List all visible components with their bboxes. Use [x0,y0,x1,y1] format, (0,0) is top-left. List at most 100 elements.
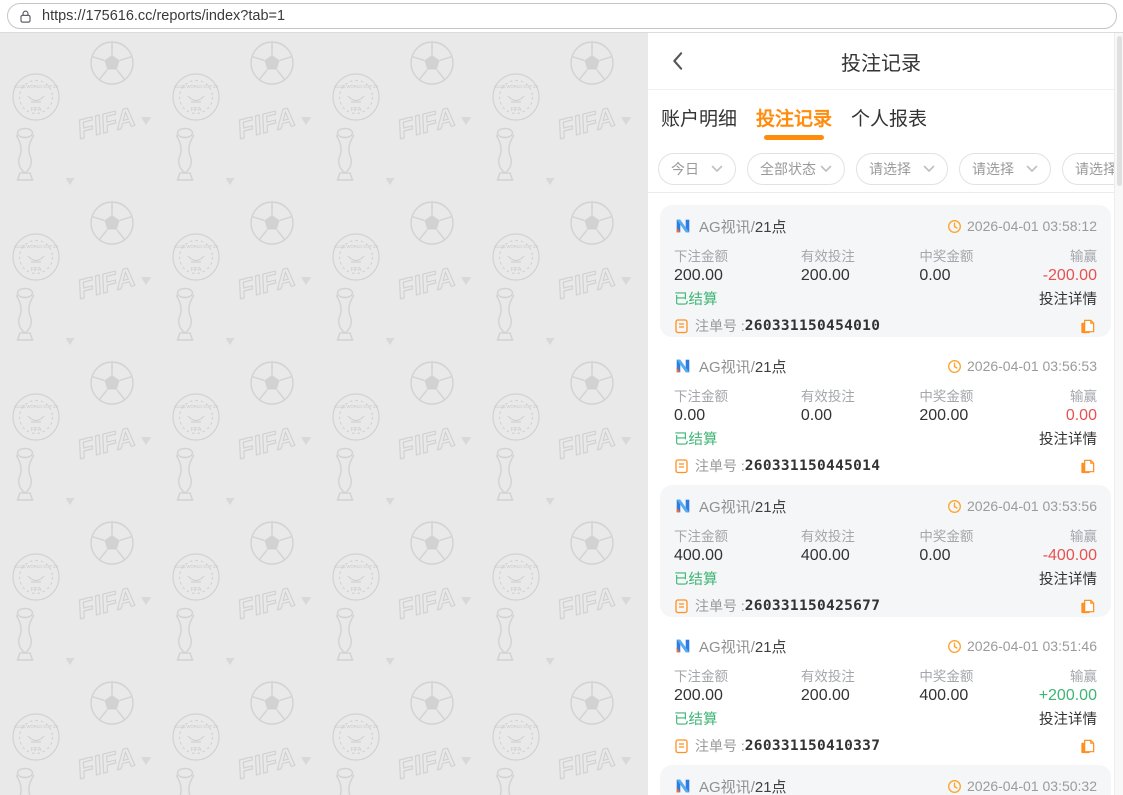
tab-account-detail[interactable]: 账户明细 [661,90,737,145]
label-bet-amount: 下注金额 [674,665,801,685]
bet-detail-link[interactable]: 投注详情 [1039,708,1097,729]
url-text: https://175616.cc/reports/index?tab=1 [42,8,285,24]
label-win-loss: 输赢 [1021,525,1097,545]
bet-record-card: AG视讯/21点 2026-04-01 03:53:56 下注金额 有效投注 中… [660,485,1111,617]
bet-detail-link[interactable]: 投注详情 [1039,568,1097,589]
chevron-down-icon [820,165,832,173]
filter-dropdown[interactable]: 今日 [658,153,736,185]
amount-values-row: 400.00 400.00 0.00 -400.00 [674,545,1097,567]
bet-record-card: AG视讯/21点 2026-04-01 03:56:53 下注金额 有效投注 中… [660,345,1111,477]
amount-values-row: 0.00 0.00 200.00 0.00 [674,405,1097,427]
order-label: 注单号 : [695,596,745,616]
filter-label: 全部状态 [760,159,816,179]
label-bet-amount: 下注金额 [674,525,801,545]
order-row: 注单号 : 260331150454010 [674,315,1097,337]
label-valid-bet: 有效投注 [801,245,919,265]
bet-record-list: AG视讯/21点 2026-04-01 03:58:12 下注金额 有效投注 中… [648,193,1114,795]
card-header-row: AG视讯/21点 2026-04-01 03:58:12 [674,215,1097,237]
bet-time: 2026-04-01 03:53:56 [967,498,1097,514]
filter-label: 请选择 [1075,159,1114,179]
copy-button[interactable] [1077,456,1097,476]
label-valid-bet: 有效投注 [801,385,919,405]
copy-button[interactable] [1077,316,1097,336]
clock-icon [947,219,962,234]
back-button[interactable] [664,48,690,74]
label-valid-bet: 有效投注 [801,665,919,685]
amount-labels-row: 下注金额 有效投注 中奖金额 输赢 [674,245,1097,265]
ag-game-logo-icon [674,497,692,515]
filter-bar: 今日 全部状态 请选择 请选择 请选择 [648,145,1114,193]
game-name: AG视讯/21点 [699,636,787,657]
clock-icon [947,499,962,514]
filter-dropdown[interactable]: 请选择 [856,153,948,185]
tab-personal-report[interactable]: 个人报表 [851,90,927,145]
bet-amount-value: 400.00 [674,547,801,565]
copy-icon [1079,738,1096,755]
order-note-icon [674,738,689,754]
card-header-row: AG视讯/21点 2026-04-01 03:51:46 [674,635,1097,657]
filter-label: 今日 [671,159,699,179]
chevron-down-icon [711,165,723,173]
tab-bet-records[interactable]: 投注记录 [756,90,832,145]
valid-bet-value: 200.00 [801,267,919,285]
clock-icon [947,639,962,654]
order-number: 260331150454010 [745,318,880,334]
page-content: CLUB WORLD CUP 23 FIFA FIFA [0,33,1123,795]
label-valid-bet: 有效投注 [801,525,919,545]
label-win-amount: 中奖金额 [919,385,1021,405]
card-header-row: AG视讯/21点 2026-04-01 03:56:53 [674,355,1097,377]
valid-bet-value: 0.00 [801,407,919,425]
amount-labels-row: 下注金额 有效投注 中奖金额 输赢 [674,525,1097,545]
filter-dropdown[interactable]: 请选择 [959,153,1051,185]
copy-icon [1079,598,1096,615]
address-bar[interactable]: https://175616.cc/reports/index?tab=1 [7,3,1117,29]
bet-amount-value: 0.00 [674,407,801,425]
status-badge: 已结算 [674,288,718,309]
game-name: AG视讯/21点 [699,216,787,237]
copy-icon [1079,318,1096,335]
status-badge: 已结算 [674,708,718,729]
game-name: AG视讯/21点 [699,356,787,377]
win-loss-value: +200.00 [1021,687,1097,705]
bet-detail-link[interactable]: 投注详情 [1039,288,1097,309]
label-win-amount: 中奖金额 [919,665,1021,685]
label-win-loss: 输赢 [1021,245,1097,265]
filter-dropdown[interactable]: 全部状态 [747,153,845,185]
copy-icon [1079,458,1096,475]
back-chevron-icon [671,51,684,71]
valid-bet-value: 400.00 [801,547,919,565]
amount-values-row: 200.00 200.00 0.00 -200.00 [674,265,1097,287]
bet-detail-link[interactable]: 投注详情 [1039,428,1097,449]
status-row: 已结算 投注详情 [674,708,1097,728]
status-row: 已结算 投注详情 [674,568,1097,588]
copy-button[interactable] [1077,596,1097,616]
order-label: 注单号 : [695,316,745,336]
label-win-loss: 输赢 [1021,665,1097,685]
filter-dropdown[interactable]: 请选择 [1062,153,1114,185]
scrollbar-thumb[interactable] [1117,36,1122,186]
label-bet-amount: 下注金额 [674,385,801,405]
card-header-row: AG视讯/21点 2026-04-01 03:50:32 [674,775,1097,795]
window-scrollbar[interactable] [1114,33,1123,795]
order-note-icon [674,318,689,334]
card-header-row: AG视讯/21点 2026-04-01 03:53:56 [674,495,1097,517]
label-win-amount: 中奖金额 [919,525,1021,545]
filter-label: 请选择 [869,159,911,179]
bet-record-card: AG视讯/21点 2026-04-01 03:51:46 下注金额 有效投注 中… [660,625,1111,757]
ag-game-logo-icon [674,217,692,235]
amount-labels-row: 下注金额 有效投注 中奖金额 输赢 [674,385,1097,405]
panel-header: 投注记录 [648,33,1114,90]
bet-amount-value: 200.00 [674,267,801,285]
lock-icon [18,9,33,24]
label-win-amount: 中奖金额 [919,245,1021,265]
copy-button[interactable] [1077,736,1097,756]
fifa-wallpaper-pattern: CLUB WORLD CUP 23 FIFA FIFA [0,33,648,795]
win-amount-value: 400.00 [919,687,1021,705]
bet-time: 2026-04-01 03:58:12 [967,218,1097,234]
order-note-icon [674,458,689,474]
order-number: 260331150445014 [745,458,880,474]
ag-game-logo-icon [674,637,692,655]
ag-game-logo-icon [674,357,692,375]
clock-icon [947,359,962,374]
order-label: 注单号 : [695,736,745,756]
